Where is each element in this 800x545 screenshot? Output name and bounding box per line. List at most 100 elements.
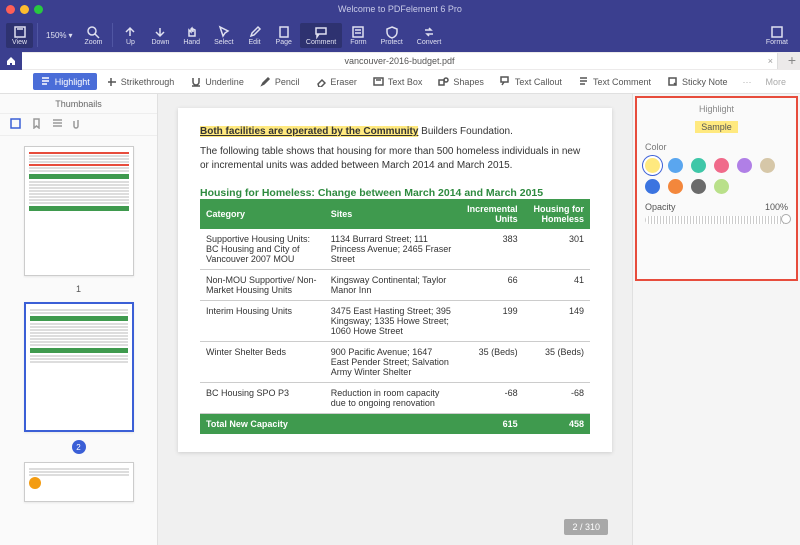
file-tab-label: vancouver-2016-budget.pdf: [344, 56, 454, 66]
document-area[interactable]: Both facilities are operated by the Comm…: [158, 94, 632, 545]
comment-label: Comment: [306, 39, 336, 46]
textcomment-tool[interactable]: Text Comment: [571, 73, 658, 90]
strikethrough-tool[interactable]: Strikethrough: [99, 73, 182, 90]
eraser-tool[interactable]: Eraser: [308, 73, 364, 90]
down-tool[interactable]: Down: [145, 23, 175, 48]
color-swatch[interactable]: [760, 158, 775, 173]
thumbnail-page-1[interactable]: [24, 146, 134, 276]
home-icon: [6, 56, 16, 66]
edit-tool[interactable]: Edit: [242, 23, 268, 48]
table-row: Supportive Housing Units: BC Housing and…: [200, 229, 590, 270]
table-row: Non-MOU Supportive/ Non-Market Housing U…: [200, 270, 590, 301]
protect-label: Protect: [381, 39, 403, 46]
paragraph: The following table shows that housing f…: [200, 145, 590, 173]
zoom-tool[interactable]: Zoom: [79, 23, 109, 48]
zoom-icon: [86, 25, 100, 39]
total-label: Total New Capacity: [200, 414, 325, 435]
color-row-2: [645, 179, 788, 194]
color-swatch[interactable]: [691, 158, 706, 173]
arrow-down-icon: [153, 25, 167, 39]
close-tab-icon[interactable]: ×: [768, 56, 773, 66]
textcomment-icon: [578, 76, 589, 87]
total-hfh: 458: [524, 414, 590, 435]
attachment-view-icon[interactable]: [73, 116, 84, 134]
color-swatch[interactable]: [645, 179, 660, 194]
prop-title: Highlight: [645, 104, 788, 114]
textbox-tool[interactable]: Text Box: [366, 73, 430, 90]
more-button[interactable]: More: [759, 74, 792, 90]
thumbnails-panel: Thumbnails 1: [0, 94, 158, 545]
more-ellipsis[interactable]: ···: [736, 74, 757, 90]
separator: [112, 23, 113, 47]
view-tool[interactable]: View: [6, 23, 33, 48]
page-indicator[interactable]: 2 / 310: [564, 519, 608, 535]
new-tab-button[interactable]: +: [788, 52, 796, 68]
opacity-slider[interactable]: [645, 216, 788, 224]
tabstrip: vancouver-2016-budget.pdf ×: [0, 52, 800, 70]
format-label: Format: [766, 39, 788, 46]
comment-icon: [314, 25, 328, 39]
main-toolbar: View 150% ▾ Zoom Up Down Hand Select Edi…: [0, 18, 800, 52]
view-label: View: [12, 39, 27, 46]
pencil-tool[interactable]: Pencil: [253, 73, 307, 90]
color-swatch[interactable]: [668, 179, 683, 194]
form-icon: [351, 25, 365, 39]
comment-tool[interactable]: Comment: [300, 23, 342, 48]
form-label: Form: [350, 39, 366, 46]
convert-label: Convert: [417, 39, 442, 46]
zoom-value[interactable]: 150% ▾: [46, 31, 72, 40]
shapes-icon: [438, 76, 449, 87]
minimize-window-icon[interactable]: [20, 5, 29, 14]
color-swatch[interactable]: [645, 158, 660, 173]
properties-panel: Highlight Sample Color Opacity 100%: [632, 94, 800, 545]
app-title: Welcome to PDFelement 6 Pro: [338, 4, 462, 14]
page-label: Page: [276, 39, 292, 46]
file-tab[interactable]: vancouver-2016-budget.pdf ×: [22, 53, 778, 69]
color-swatch[interactable]: [714, 158, 729, 173]
hand-tool[interactable]: Hand: [177, 23, 206, 48]
color-row-1: [645, 158, 788, 173]
thumbnail-page-3[interactable]: [24, 462, 134, 502]
thumb-view-icon[interactable]: [10, 116, 21, 134]
callout-icon: [500, 76, 511, 87]
chevron-down-icon: ▾: [69, 31, 73, 40]
comment-subtoolbar: Highlight Strikethrough Underline Pencil…: [0, 70, 800, 94]
color-swatch[interactable]: [737, 158, 752, 173]
convert-tool[interactable]: Convert: [411, 23, 448, 48]
color-swatch[interactable]: [714, 179, 729, 194]
highlight-tool[interactable]: Highlight: [33, 73, 97, 90]
eraser-icon: [315, 76, 326, 87]
slider-thumb[interactable]: [781, 214, 791, 224]
form-tool[interactable]: Form: [344, 23, 372, 48]
sample-preview: Sample: [645, 122, 788, 132]
color-swatch[interactable]: [691, 179, 706, 194]
protect-tool[interactable]: Protect: [375, 23, 409, 48]
home-tab[interactable]: [0, 52, 22, 70]
color-swatch[interactable]: [668, 158, 683, 173]
textcallout-tool[interactable]: Text Callout: [493, 73, 569, 90]
th-hfh: Housing for Homeless: [524, 199, 590, 229]
table-row: Winter Shelter Beds900 Pacific Avenue; 1…: [200, 342, 590, 383]
shapes-tool[interactable]: Shapes: [431, 73, 491, 90]
select-tool[interactable]: Select: [208, 23, 239, 48]
convert-icon: [422, 25, 436, 39]
up-tool[interactable]: Up: [117, 23, 143, 48]
th-sites: Sites: [325, 199, 458, 229]
list-view-icon[interactable]: [52, 116, 63, 134]
thumbnails-tabs: [0, 114, 157, 136]
underline-tool[interactable]: Underline: [183, 73, 251, 90]
close-window-icon[interactable]: [6, 5, 15, 14]
hand-icon: [185, 25, 199, 39]
thumbnails-list[interactable]: 1 2: [0, 136, 157, 545]
bookmark-view-icon[interactable]: [31, 116, 42, 134]
maximize-window-icon[interactable]: [34, 5, 43, 14]
underline-icon: [190, 76, 201, 87]
stickynote-tool[interactable]: Sticky Note: [660, 73, 735, 90]
edit-label: Edit: [249, 39, 261, 46]
separator: [37, 23, 38, 47]
table-title: Housing for Homeless: Change between Mar…: [200, 187, 590, 199]
page-tool[interactable]: Page: [270, 23, 298, 48]
pencil-icon: [248, 25, 262, 39]
thumbnail-page-2[interactable]: [24, 302, 134, 432]
format-tool[interactable]: Format: [760, 23, 794, 48]
